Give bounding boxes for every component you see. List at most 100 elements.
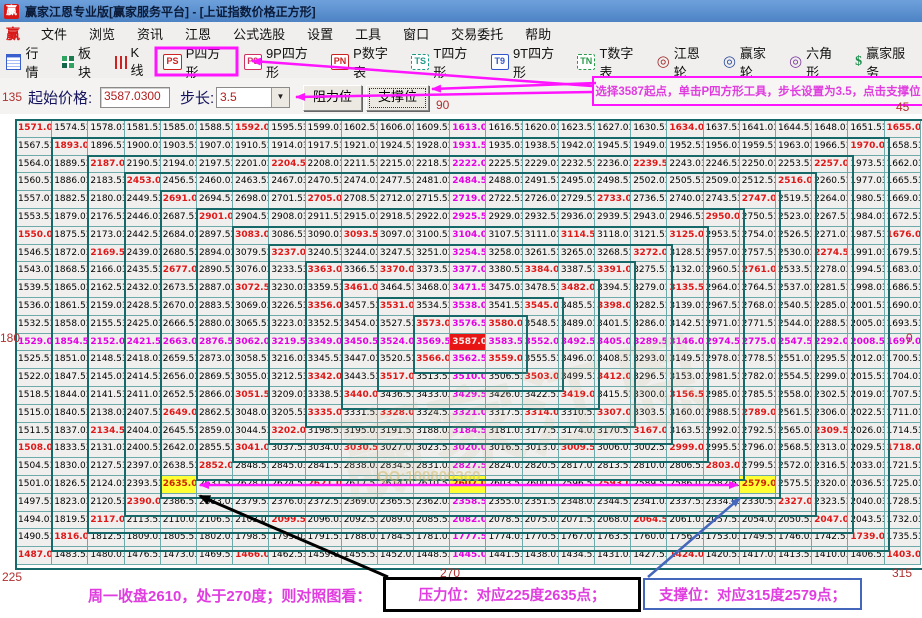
gann-cell: 3002.5300 — [631, 440, 667, 458]
gann-cell: 3020.0300 — [450, 440, 486, 458]
gann-cell: 2813.5300 — [595, 458, 631, 476]
gann-cell: 1931.5300 — [450, 138, 486, 156]
menu-item-3[interactable]: 江恩 — [174, 27, 222, 42]
step-combobox[interactable]: 3.5 ▼ — [216, 87, 290, 108]
gann-cell: 2082.0300 — [450, 512, 486, 530]
menu-item-0[interactable]: 文件 — [30, 27, 78, 42]
gann-cell: 1847.5300 — [52, 369, 88, 387]
gann-cell: 1553.5300 — [16, 209, 52, 227]
gann-cell: 2232.5300 — [559, 156, 595, 174]
gann-cell: 2719.0300 — [450, 191, 486, 209]
gann-cell: 2680.5300 — [161, 245, 197, 263]
gann-cell: 3174.0300 — [559, 423, 595, 441]
gann-cell: 1627.0300 — [595, 120, 631, 138]
gann-cell: 2285.0300 — [812, 298, 848, 316]
gann-cell: 2715.5300 — [414, 191, 450, 209]
gann-cell: 3349.0300 — [306, 334, 342, 352]
gann-cell: 1728.5300 — [885, 494, 921, 512]
menu-item-5[interactable]: 设置 — [296, 27, 344, 42]
gann-cell: 2050.5300 — [776, 512, 812, 530]
gann-cell: 3510.0300 — [450, 369, 486, 387]
resistance-button[interactable]: 阻力位 — [303, 85, 362, 111]
menu-item-6[interactable]: 工具 — [344, 27, 392, 42]
gann-cell: 3100.5300 — [414, 227, 450, 245]
gann-cell: 3240.5300 — [306, 245, 342, 263]
gann-cell: 2789.0300 — [740, 405, 776, 423]
gann-cell: 2243.0300 — [667, 156, 703, 174]
gann-cell: 3352.5300 — [306, 316, 342, 334]
gann-cell: 2162.5300 — [88, 280, 124, 298]
gann-cell: 1763.5300 — [595, 529, 631, 547]
gann-cell: 3415.5300 — [595, 387, 631, 405]
gann-cell: 2061.0300 — [667, 512, 703, 530]
gann-cell: 2239.5300 — [631, 156, 667, 174]
gann-cell: 1606.0300 — [378, 120, 414, 138]
gann-cell: 1861.5300 — [52, 298, 88, 316]
gann-cell: 2960.5300 — [704, 262, 740, 280]
gann-cell: 2866.0300 — [197, 387, 233, 405]
table-grid-icon — [6, 54, 21, 70]
gann-cell: 2096.0300 — [306, 512, 342, 530]
gann-cell: 2281.5300 — [812, 280, 848, 298]
menu-logo-icon: 赢 — [6, 24, 20, 44]
support-annotation-box: 支撑位：对应315度2579点； — [643, 578, 862, 610]
gann-cell: 1851.0300 — [52, 351, 88, 369]
toolbar-item-P四方形[interactable]: PSP四方形 — [157, 43, 237, 81]
gann-cell: 3583.5300 — [486, 334, 522, 352]
toolbar-item-label: P四方形 — [186, 43, 232, 81]
toolbar-item-K线[interactable]: K线 — [109, 45, 157, 79]
toolbar-item-板块[interactable]: 板块 — [56, 43, 109, 81]
gann-cell: 3513.5300 — [414, 369, 450, 387]
gann-cell: 1494.0300 — [16, 512, 52, 530]
gann-cell: 1872.0300 — [52, 245, 88, 263]
gann-cell: 1459.0300 — [306, 547, 342, 565]
toolbar-item-T四方形[interactable]: TST四方形 — [405, 43, 485, 81]
degree-label-0: 0 — [906, 331, 913, 345]
gann-cell: 3408.5300 — [595, 351, 631, 369]
start-price-input[interactable]: 3587.0300 — [100, 87, 170, 108]
gann-cell: 2365.5300 — [378, 494, 414, 512]
gann-cell: 1875.5300 — [52, 227, 88, 245]
gann-cell: 2040.0300 — [848, 494, 884, 512]
gann-cell: 3359.5300 — [306, 280, 342, 298]
menu-item-4[interactable]: 公式选股 — [222, 27, 296, 42]
gann-cell: 3443.5300 — [342, 369, 378, 387]
menu-item-2[interactable]: 资讯 — [126, 27, 174, 42]
toolbar-item-P数字表[interactable]: PNP数字表 — [325, 43, 405, 81]
gann-cell: 2974.5300 — [704, 334, 740, 352]
gann-cell: 3492.5300 — [559, 334, 595, 352]
menu-item-7[interactable]: 窗口 — [392, 27, 440, 42]
gann-cell: 3538.0300 — [450, 298, 486, 316]
gann-cell: 2810.0300 — [631, 458, 667, 476]
gann-cell: 3387.5300 — [559, 262, 595, 280]
gann-cell: 2908.0300 — [269, 209, 305, 227]
gann-cell: 3216.0300 — [269, 351, 305, 369]
gann-cell: 2442.5300 — [125, 227, 161, 245]
gann-cell: 3254.5300 — [450, 245, 486, 263]
menu-item-9[interactable]: 帮助 — [514, 27, 562, 42]
gann-cell: 3093.5300 — [342, 227, 378, 245]
gann-cell: 2551.0300 — [776, 351, 812, 369]
gann-cell: 2110.0300 — [161, 512, 197, 530]
menu-item-1[interactable]: 浏览 — [78, 27, 126, 42]
toolbar-item-9T四方形[interactable]: T99T四方形 — [485, 43, 572, 81]
gann-cell: 2761.0300 — [740, 262, 776, 280]
toolbar-item-行情[interactable]: 行情 — [0, 43, 56, 81]
gann-cell: 2852.0300 — [197, 458, 233, 476]
gann-cell: 1819.5300 — [52, 512, 88, 530]
support-button[interactable]: 支撑位 — [366, 85, 429, 111]
gann-cell: 1424.0300 — [667, 547, 703, 565]
toolbar-item-9P四方形[interactable]: P99P四方形 — [238, 43, 325, 81]
gann-cell: 1704.0300 — [885, 369, 921, 387]
gann-cell: 2631.5300 — [197, 476, 233, 494]
gann-cell: 2439.0300 — [125, 245, 161, 263]
chevron-down-icon[interactable]: ▼ — [271, 88, 289, 107]
gann-cell: 2271.0300 — [812, 227, 848, 245]
gann-cell: 3436.5300 — [378, 387, 414, 405]
gann-cell: 2600.0300 — [523, 476, 559, 494]
menu-item-8[interactable]: 交易委托 — [440, 27, 514, 42]
blocks-icon — [62, 56, 74, 68]
pn-badge-icon: PN — [331, 54, 349, 70]
gann-cell: 3065.5300 — [233, 316, 269, 334]
gann-cell: 1648.0300 — [812, 120, 848, 138]
